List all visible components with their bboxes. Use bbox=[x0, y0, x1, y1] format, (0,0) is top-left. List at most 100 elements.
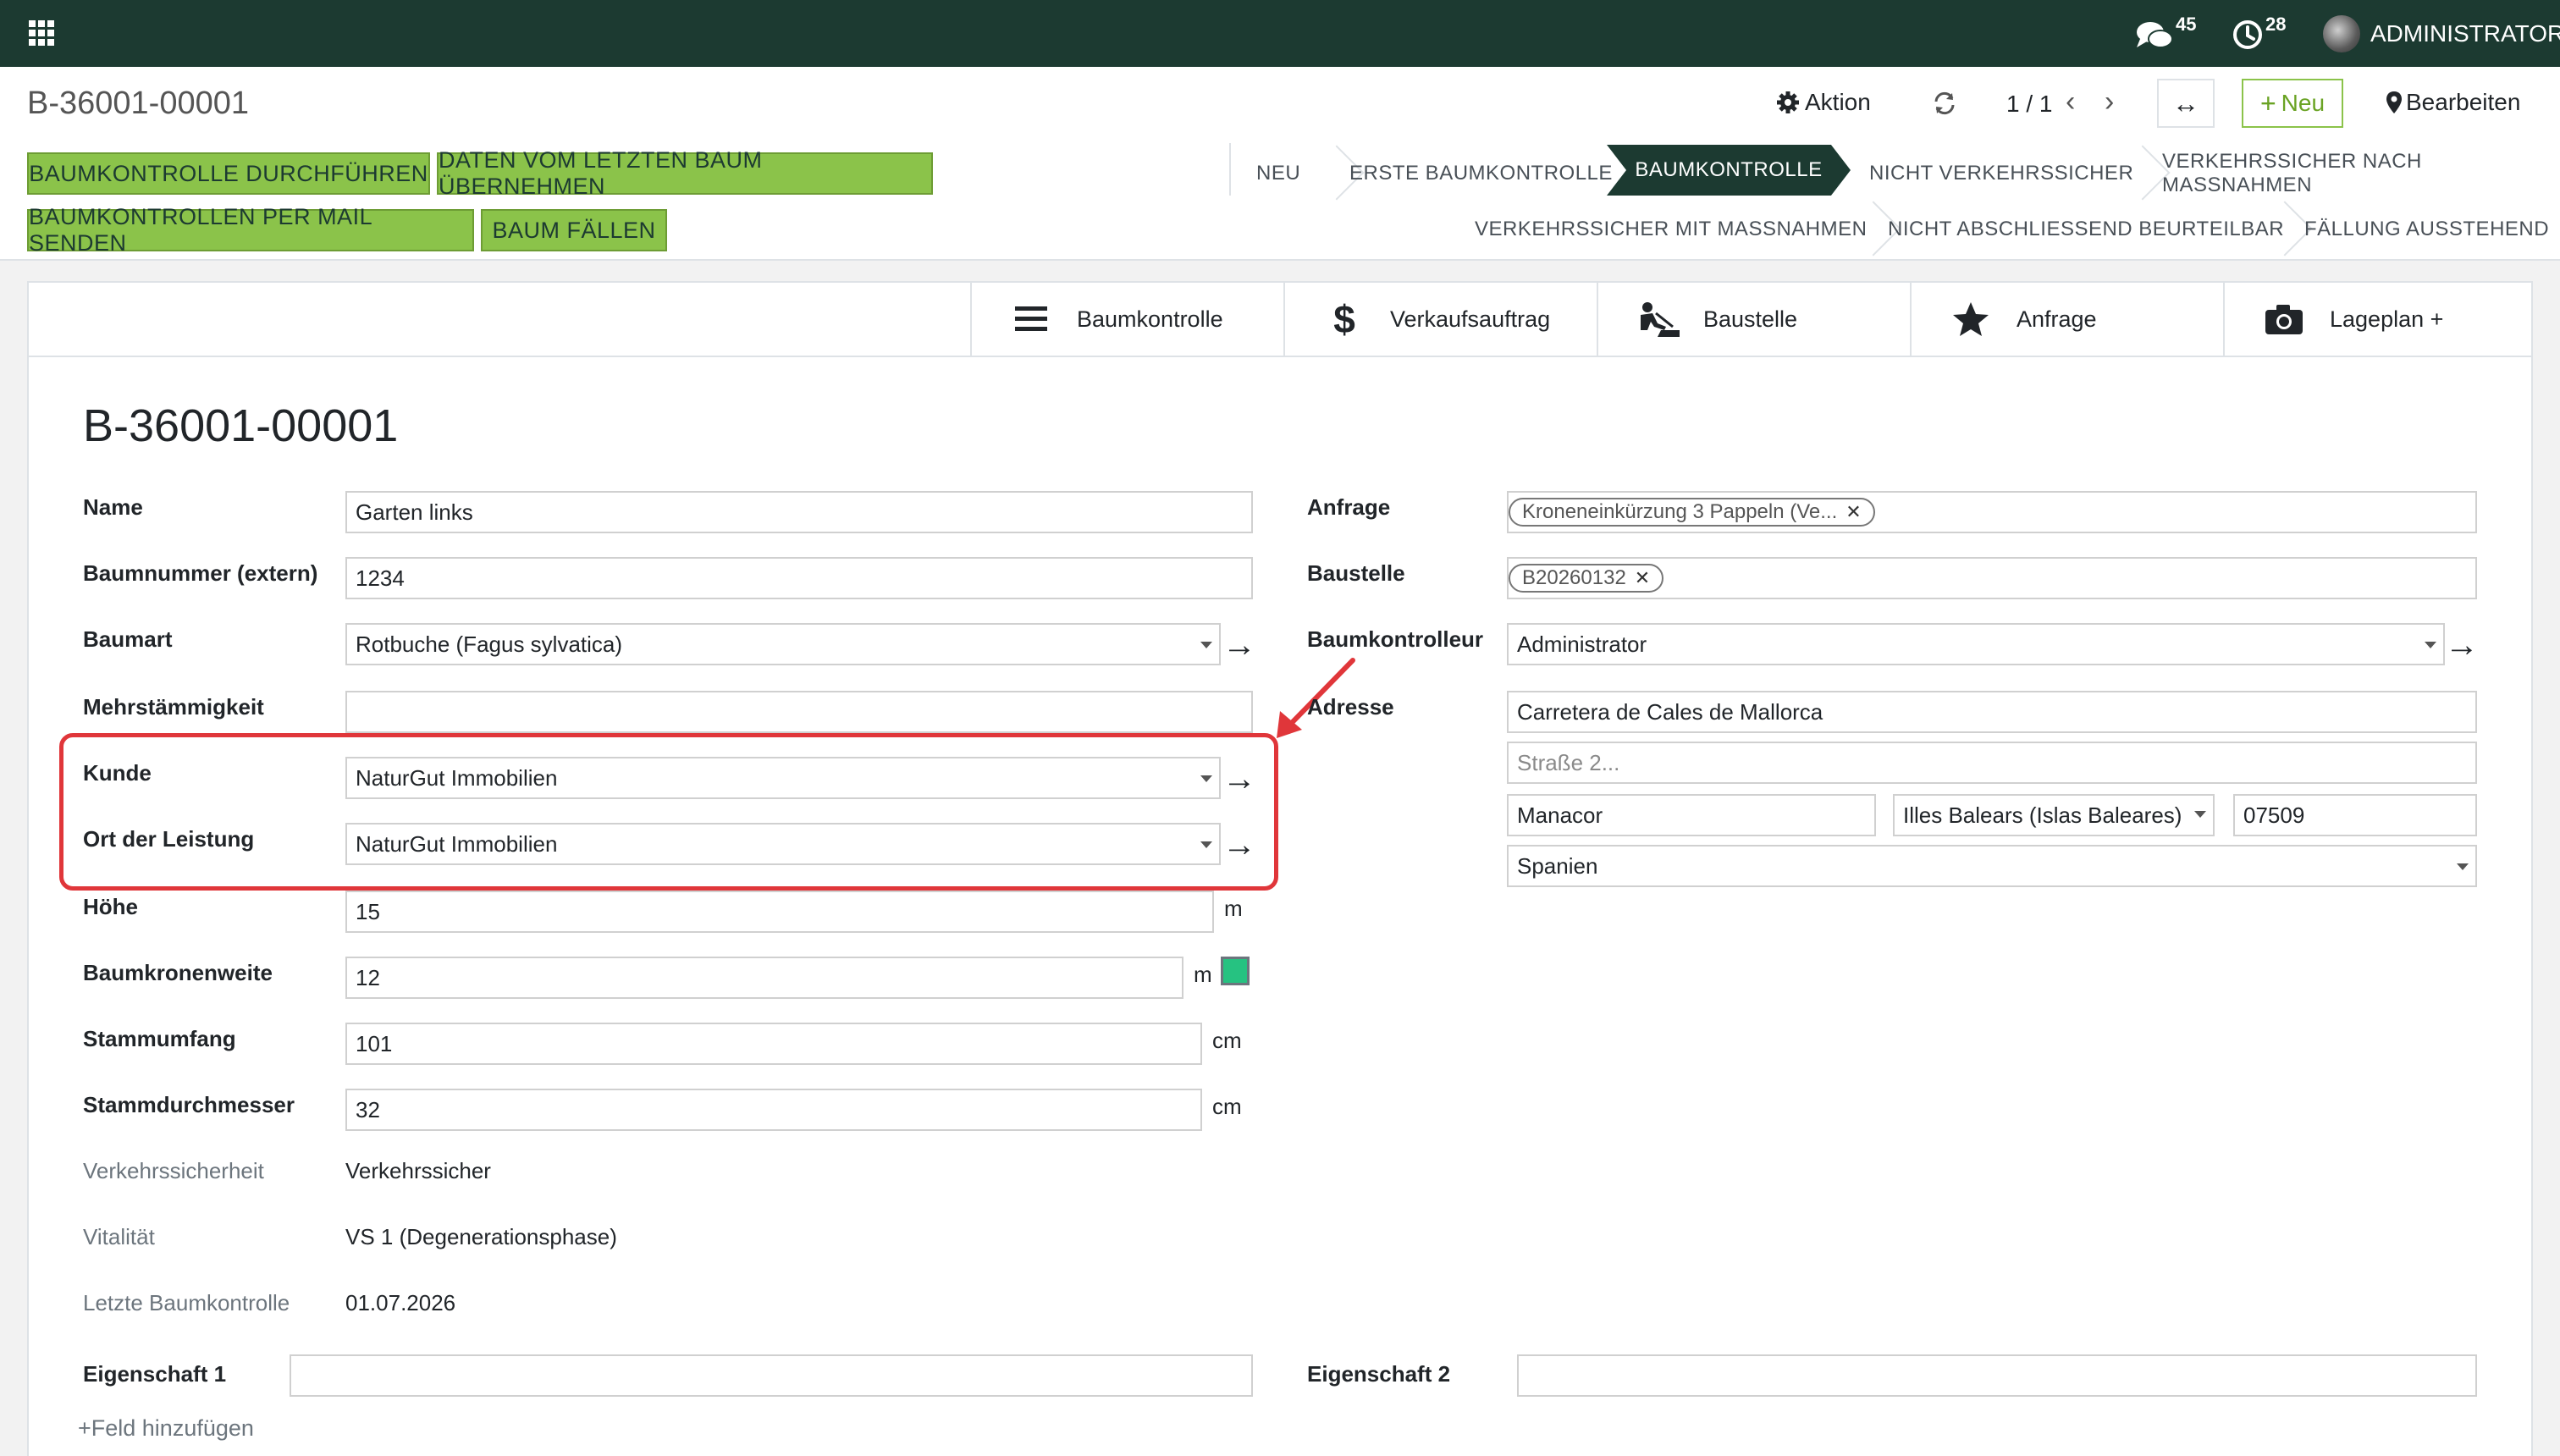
add-field-link[interactable]: +Feld hinzufügen bbox=[78, 1415, 254, 1442]
smart-button-verkaufsauftrag[interactable]: $ Verkaufsauftrag bbox=[1283, 283, 1597, 356]
multi-stem-input[interactable] bbox=[345, 691, 1253, 733]
height-input[interactable]: 15 bbox=[345, 891, 1214, 933]
dollar-icon: $ bbox=[1333, 297, 1355, 341]
last-check-label: Letzte Baumkontrolle bbox=[83, 1290, 290, 1315]
inspector-select[interactable]: Administrator bbox=[1507, 623, 2445, 665]
name-label: Name bbox=[83, 494, 143, 520]
status-nicht-verkehrssicher[interactable]: NICHT VERKEHRSSICHER bbox=[1869, 148, 2133, 199]
trunk-circumference-label: Stammumfang bbox=[83, 1026, 236, 1051]
activities-clock-icon[interactable] bbox=[2232, 19, 2264, 51]
smart-button-label: Anfrage bbox=[2017, 306, 2097, 332]
inspector-label: Baumkontrolleur bbox=[1307, 626, 1484, 652]
map-pin-icon bbox=[2386, 91, 2402, 113]
breadcrumb: B-36001-00001 bbox=[27, 85, 249, 121]
status-nicht-abschliessend-beurteilbar[interactable]: NICHT ABSCHLIESSEND BEURTEILBAR bbox=[1888, 204, 2284, 255]
action-label: Aktion bbox=[1805, 89, 1871, 115]
smart-button-baumkontrolle[interactable]: Baumkontrolle bbox=[970, 283, 1283, 356]
trunk-circumference-input[interactable]: 101 bbox=[345, 1023, 1202, 1065]
pager-next-icon[interactable]: › bbox=[2105, 85, 2114, 119]
color-swatch[interactable] bbox=[1221, 957, 1250, 985]
plus-icon: + bbox=[2259, 87, 2276, 119]
open-record-arrow-icon[interactable]: → bbox=[1222, 628, 1256, 662]
activities-count-badge: 28 bbox=[2265, 14, 2287, 35]
user-menu[interactable]: ADMINISTRATOR bbox=[2323, 15, 2560, 52]
construction-worker-icon bbox=[1641, 302, 1680, 337]
height-unit: m bbox=[1224, 896, 1243, 921]
smart-button-lageplan[interactable]: Lageplan + bbox=[2223, 283, 2536, 356]
vitality-label: Vitalität bbox=[83, 1224, 155, 1249]
messages-count-badge: 45 bbox=[2176, 14, 2197, 35]
status-faellung-ausstehend[interactable]: FÄLLUNG AUSSTEHEND bbox=[2304, 204, 2549, 255]
avatar bbox=[2323, 15, 2360, 52]
street2-input[interactable]: Straße 2... bbox=[1507, 742, 2477, 784]
smart-button-label: Verkaufsauftrag bbox=[1390, 306, 1551, 332]
tag-label: Kroneneinkürzung 3 Pappeln (Ve... bbox=[1522, 500, 1838, 523]
status-verkehrssicher-nach-massnahmen[interactable]: VERKEHRSSICHER NACH MASSNAHMEN bbox=[2162, 148, 2560, 199]
crown-width-label: Baumkronenweite bbox=[83, 960, 273, 985]
statusbar-divider bbox=[1229, 143, 1231, 196]
traffic-safety-label: Verkehrssicherheit bbox=[83, 1158, 264, 1183]
top-navbar: 45 28 ADMINISTRATOR bbox=[0, 0, 2560, 67]
name-input[interactable]: Garten links bbox=[345, 491, 1253, 533]
zip-input[interactable]: 07509 bbox=[2233, 794, 2477, 836]
status-neu[interactable]: NEU bbox=[1256, 148, 1300, 199]
country-select[interactable]: Spanien bbox=[1507, 845, 2477, 887]
smart-button-baustelle[interactable]: Baustelle bbox=[1597, 283, 1910, 356]
crown-width-unit: m bbox=[1194, 962, 1212, 987]
property1-label: Eigenschaft 1 bbox=[83, 1361, 227, 1387]
open-record-arrow-icon[interactable]: → bbox=[2445, 628, 2479, 662]
smart-button-label: Lageplan + bbox=[2330, 306, 2444, 332]
external-number-input[interactable]: 1234 bbox=[345, 557, 1253, 599]
property2-label: Eigenschaft 2 bbox=[1307, 1361, 1451, 1387]
multi-stem-label: Mehrstämmigkeit bbox=[83, 694, 264, 720]
edit-button[interactable]: Bearbeiten bbox=[2386, 89, 2520, 116]
smart-button-label: Baustelle bbox=[1703, 306, 1798, 332]
height-label: Höhe bbox=[83, 894, 138, 919]
messages-icon[interactable] bbox=[2135, 19, 2174, 52]
state-select[interactable]: Illes Balears (Islas Baleares) bbox=[1893, 794, 2215, 836]
status-separator bbox=[1317, 150, 1334, 201]
status-baumkontrolle-active[interactable]: BAUMKONTROLLE bbox=[1607, 145, 1851, 196]
apps-menu-icon[interactable] bbox=[29, 20, 54, 46]
copy-last-tree-data-button[interactable]: DATEN VOM LETZTEN BAUM ÜBERNEHMEN bbox=[437, 147, 933, 199]
control-panel: B-36001-00001 Aktion 1 / 1 ‹ › ↔ + Neu B… bbox=[0, 67, 2560, 261]
trunk-circumference-unit: cm bbox=[1212, 1028, 1242, 1053]
fell-tree-button[interactable]: BAUM FÄLLEN bbox=[481, 209, 667, 251]
status-separator bbox=[1854, 206, 1871, 256]
property2-input[interactable] bbox=[1517, 1354, 2477, 1397]
pager-previous-icon[interactable]: ‹ bbox=[2066, 85, 2075, 119]
address-label: Adresse bbox=[1307, 694, 1394, 720]
action-menu-button[interactable]: Aktion bbox=[1776, 89, 1871, 116]
property1-input[interactable] bbox=[290, 1354, 1253, 1397]
traffic-safety-value: Verkehrssicher bbox=[345, 1158, 491, 1183]
city-input[interactable]: Manacor bbox=[1507, 794, 1876, 836]
remove-tag-icon[interactable]: ✕ bbox=[1635, 567, 1650, 589]
site-tag[interactable]: B20260132 ✕ bbox=[1509, 564, 1664, 593]
new-record-button[interactable]: + Neu bbox=[2242, 79, 2343, 128]
star-icon bbox=[1953, 302, 1989, 336]
chevron-down-icon[interactable] bbox=[2457, 863, 2469, 870]
request-label: Anfrage bbox=[1307, 494, 1391, 520]
pager-value[interactable]: 1 / 1 bbox=[2006, 91, 2052, 118]
tree-species-select[interactable]: Rotbuche (Fagus sylvatica) bbox=[345, 623, 1221, 665]
perform-tree-check-button[interactable]: BAUMKONTROLLE DURCHFÜHREN bbox=[27, 152, 430, 195]
status-verkehrssicher-mit-massnahmen[interactable]: VERKEHRSSICHER MIT MASSNAHMEN bbox=[1475, 204, 1867, 255]
crown-width-input[interactable]: 12 bbox=[345, 957, 1183, 999]
smart-button-anfrage[interactable]: Anfrage bbox=[1910, 283, 2223, 356]
refresh-icon[interactable] bbox=[1932, 91, 1957, 116]
send-checks-by-mail-button[interactable]: BAUMKONTROLLEN PER MAIL SENDEN bbox=[27, 204, 474, 256]
chevron-down-icon[interactable] bbox=[1200, 642, 1212, 648]
vitality-value: VS 1 (Degenerationsphase) bbox=[345, 1224, 617, 1249]
status-erste-baumkontrolle[interactable]: ERSTE BAUMKONTROLLE bbox=[1349, 148, 1613, 199]
chevron-down-icon[interactable] bbox=[2194, 811, 2206, 818]
status-separator bbox=[2123, 150, 2140, 201]
trunk-diameter-input[interactable]: 32 bbox=[345, 1089, 1202, 1131]
external-number-label: Baumnummer (extern) bbox=[83, 560, 318, 586]
remove-tag-icon[interactable]: ✕ bbox=[1846, 501, 1861, 523]
request-tag[interactable]: Kroneneinkürzung 3 Pappeln (Ve... ✕ bbox=[1509, 498, 1875, 527]
user-name: ADMINISTRATOR bbox=[2370, 20, 2560, 47]
expand-form-button[interactable]: ↔ bbox=[2157, 79, 2215, 128]
street-input[interactable]: Carretera de Cales de Mallorca bbox=[1507, 691, 2477, 733]
site-label: Baustelle bbox=[1307, 560, 1405, 586]
chevron-down-icon[interactable] bbox=[2425, 642, 2436, 648]
